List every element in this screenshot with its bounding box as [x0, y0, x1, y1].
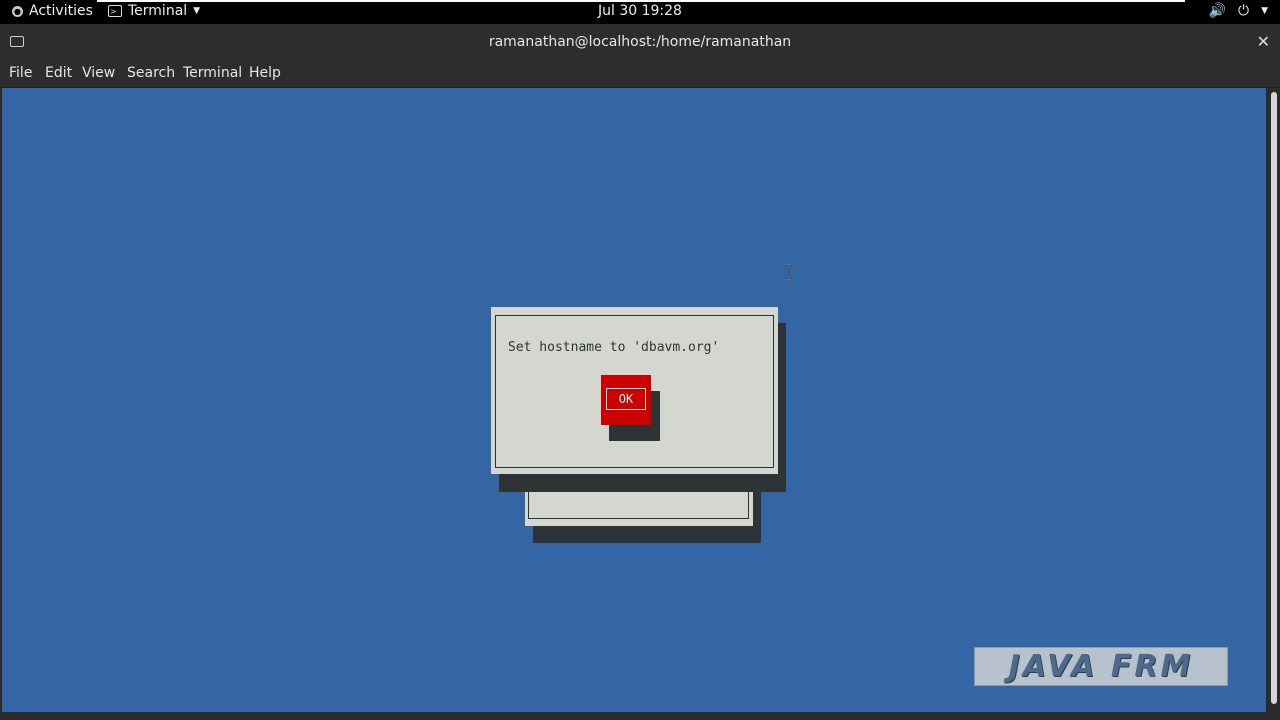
clock-label[interactable]: Jul 30 19:28	[598, 3, 682, 19]
activities-button[interactable]: ● Activities	[12, 3, 93, 19]
back-dialog-frame	[528, 489, 749, 519]
gnome-foot-icon: ●	[12, 5, 23, 17]
activities-label: Activities	[29, 3, 93, 19]
dialog-message: Set hostname to 'dbavm.org'	[508, 340, 720, 355]
top-bar: ● Activities > Terminal ▼ Jul 30 19:28 🔊…	[0, 0, 1280, 24]
chevron-down-icon: ▼	[1261, 6, 1268, 16]
app-menu-button[interactable]: > Terminal ▼	[108, 3, 200, 19]
terminal-icon: >	[108, 5, 122, 17]
menu-bar: File Edit View Search Terminal Help	[0, 60, 1280, 88]
power-icon: ⏻	[1238, 3, 1250, 19]
ibeam-cursor-icon	[786, 264, 792, 280]
ok-button[interactable]: OK	[606, 388, 646, 410]
watermark-logo: JAVA FRM	[974, 647, 1228, 686]
menu-edit[interactable]: Edit	[45, 65, 72, 81]
window-title: ramanathan@localhost:/home/ramanathan	[488, 34, 792, 50]
menu-file[interactable]: File	[9, 65, 32, 81]
volume-icon: 🔊	[1208, 3, 1226, 19]
progress-line	[97, 0, 1185, 2]
scrollbar-thumb[interactable]	[1271, 92, 1277, 704]
chevron-down-icon: ▼	[193, 6, 201, 16]
menu-terminal[interactable]: Terminal	[183, 65, 242, 81]
close-icon[interactable]: ✕	[1257, 32, 1270, 51]
app-menu-label: Terminal	[128, 3, 188, 19]
window-bottom-edge	[0, 712, 1280, 720]
window-titlebar[interactable]: ramanathan@localhost:/home/ramanathan ✕	[0, 24, 1280, 60]
menu-help[interactable]: Help	[249, 65, 281, 81]
menu-view[interactable]: View	[82, 65, 115, 81]
system-tray[interactable]: 🔊 ⏻ ▼	[1209, 3, 1268, 19]
menu-search[interactable]: Search	[127, 65, 175, 81]
scrollbar[interactable]	[1268, 88, 1280, 712]
